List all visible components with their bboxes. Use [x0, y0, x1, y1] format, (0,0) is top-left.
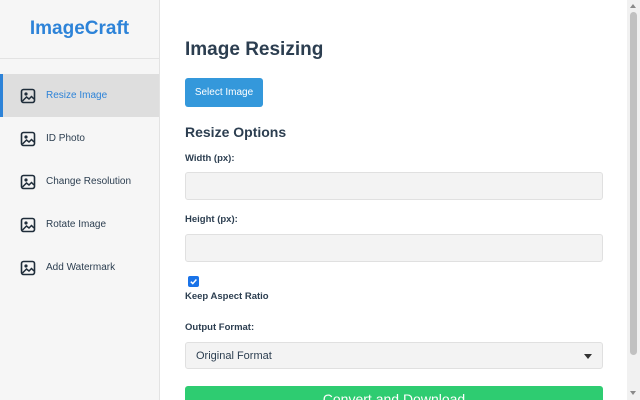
keep-aspect-ratio-label: Keep Aspect Ratio	[185, 291, 269, 302]
output-format-select[interactable]: Original Format	[185, 342, 603, 369]
sidebar-item-add-watermark[interactable]: Add Watermark	[0, 246, 159, 289]
sidebar-nav: Resize Image ID Photo Change Resolution …	[0, 74, 159, 289]
output-format-label: Output Format:	[185, 322, 255, 333]
scroll-up-icon[interactable]	[630, 4, 636, 8]
image-icon	[20, 131, 36, 147]
sidebar-item-resize-image[interactable]: Resize Image	[0, 74, 159, 117]
convert-download-button[interactable]: Convert and Download	[185, 386, 603, 400]
sidebar-item-change-resolution[interactable]: Change Resolution	[0, 160, 159, 203]
image-icon	[20, 88, 36, 104]
app-title: ImageCraft	[0, 0, 159, 59]
resize-options-heading: Resize Options	[185, 124, 287, 140]
scrollbar-thumb[interactable]	[630, 12, 637, 355]
sidebar-item-id-photo[interactable]: ID Photo	[0, 117, 159, 160]
chevron-down-icon	[584, 354, 592, 359]
scroll-down-icon[interactable]	[630, 391, 636, 395]
sidebar-item-label: Change Resolution	[46, 176, 132, 187]
image-icon	[20, 217, 36, 233]
page-title: Image Resizing	[185, 39, 324, 60]
sidebar-item-rotate-image[interactable]: Rotate Image	[0, 203, 159, 246]
image-icon	[20, 174, 36, 190]
scrollbar[interactable]	[627, 0, 640, 400]
sidebar-item-label: Rotate Image	[46, 219, 107, 230]
sidebar-item-label: Add Watermark	[46, 262, 116, 273]
output-format-value: Original Format	[196, 349, 272, 362]
width-input[interactable]	[185, 172, 603, 200]
main-content: Image Resizing Select Image Resize Optio…	[161, 0, 627, 400]
width-label: Width (px):	[185, 153, 235, 164]
keep-aspect-ratio-checkbox[interactable]	[188, 276, 199, 287]
height-label: Height (px):	[185, 214, 238, 225]
select-image-button[interactable]: Select Image	[185, 78, 263, 107]
image-icon	[20, 260, 36, 276]
sidebar-item-label: ID Photo	[46, 133, 85, 144]
sidebar-item-label: Resize Image	[46, 90, 108, 101]
height-input[interactable]	[185, 234, 603, 262]
checkmark-icon	[190, 279, 197, 285]
sidebar: ImageCraft Resize Image ID Photo Change …	[0, 0, 160, 400]
